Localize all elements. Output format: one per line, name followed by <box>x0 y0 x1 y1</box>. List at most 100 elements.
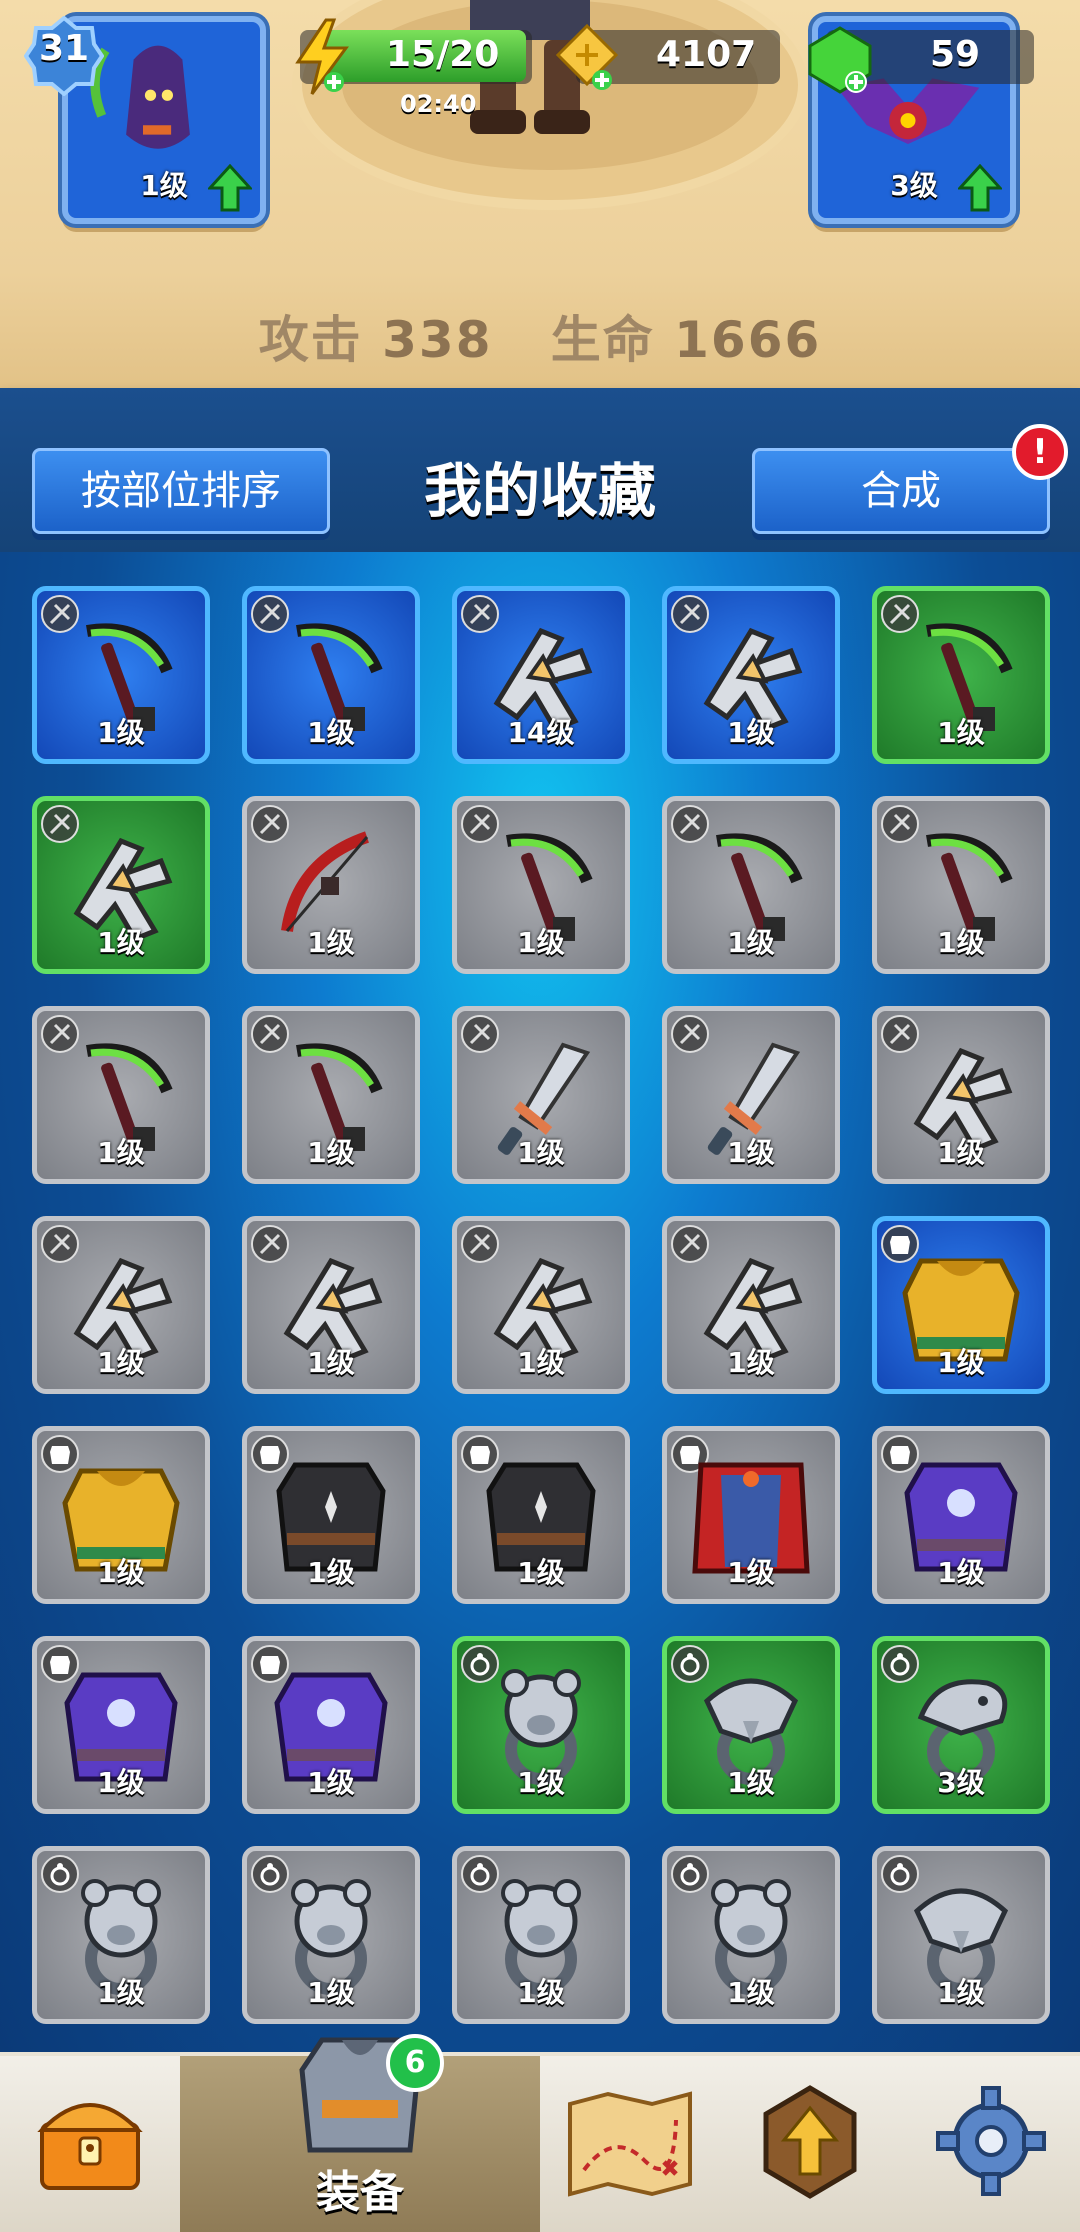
nav-tab-upgrade[interactable] <box>720 2056 902 2232</box>
inventory-item-scythe[interactable]: 1级 <box>872 586 1050 764</box>
inventory-item-bear-ring[interactable]: 1级 <box>452 1636 630 1814</box>
inventory-item-scythe[interactable]: 1级 <box>32 586 210 764</box>
upgrade-arrow-icon <box>208 164 252 212</box>
inventory-item-gold-armor[interactable]: 1级 <box>32 1426 210 1604</box>
inventory-item-bear-ring[interactable]: 1级 <box>32 1846 210 2024</box>
chest-icon <box>37 2103 143 2190</box>
gem-icon <box>808 26 872 94</box>
item-level: 1级 <box>937 1976 985 2009</box>
inventory-item-scythe[interactable]: 1级 <box>242 1006 420 1184</box>
inventory-item-shuriken[interactable]: 1级 <box>32 1216 210 1394</box>
gold-value: 4107 <box>656 34 757 75</box>
item-level: 14级 <box>507 716 575 749</box>
hero-panel: 1级 3级 31 15/20 02:40 4107 59 攻击 338 生命 1… <box>0 0 1080 388</box>
inventory-item-purple-robe[interactable]: 1级 <box>872 1426 1050 1604</box>
item-level: 1级 <box>727 716 775 749</box>
item-level: 1级 <box>727 1976 775 2009</box>
inventory-item-eagle-ring[interactable]: 1级 <box>872 1846 1050 2024</box>
item-level: 1级 <box>97 1766 145 1799</box>
item-level: 1级 <box>307 1346 355 1379</box>
hp-label: 生命 <box>550 311 655 369</box>
item-level: 1级 <box>727 1766 775 1799</box>
inventory-item-sword[interactable]: 1级 <box>452 1006 630 1184</box>
inventory-item-shuriken[interactable]: 1级 <box>452 1216 630 1394</box>
inventory-item-bow[interactable]: 1级 <box>242 796 420 974</box>
nav-tab-map[interactable] <box>540 2056 722 2232</box>
attack-value: 338 <box>382 311 493 369</box>
item-level: 1级 <box>727 1136 775 1169</box>
item-level: 1级 <box>307 716 355 749</box>
item-level: 1级 <box>937 1556 985 1589</box>
item-level: 1级 <box>937 926 985 959</box>
nav-tab-chest[interactable] <box>0 2056 182 2232</box>
merge-button[interactable]: 合成 <box>752 448 1050 534</box>
collection-title: 我的收藏 <box>423 457 656 525</box>
item-level: 1级 <box>307 1976 355 2009</box>
inventory-item-gold-armor[interactable]: 1级 <box>872 1216 1050 1394</box>
bottom-nav: 装备 <box>0 2037 1080 2232</box>
hp-value: 1666 <box>674 311 822 369</box>
item-level: 1级 <box>727 1556 775 1589</box>
item-level: 1级 <box>517 1766 565 1799</box>
item-level: 1级 <box>727 926 775 959</box>
inventory-item-bear-ring[interactable]: 1级 <box>242 1846 420 2024</box>
item-level: 1级 <box>307 1766 355 1799</box>
inventory-item-shuriken[interactable]: 14级 <box>452 586 630 764</box>
equipment-count-badge: 6 <box>386 2034 444 2092</box>
item-level: 1级 <box>517 1346 565 1379</box>
item-level: 1级 <box>937 1136 985 1169</box>
inventory-item-snake-ring[interactable]: 3级 <box>872 1636 1050 1814</box>
item-level: 1级 <box>517 926 565 959</box>
inventory-item-shuriken[interactable]: 1级 <box>662 586 840 764</box>
upgrade-arrow-icon <box>958 164 1002 212</box>
player-level: 31 <box>38 28 90 69</box>
energy-value: 15/20 <box>386 34 500 75</box>
inventory-item-dark-vest[interactable]: 1级 <box>242 1426 420 1604</box>
item-level: 1级 <box>97 1136 145 1169</box>
inventory-item-shuriken[interactable]: 1级 <box>32 796 210 974</box>
nav-tab-equipment[interactable]: 装备 <box>180 2037 542 2232</box>
inventory-item-scythe[interactable]: 1级 <box>872 796 1050 974</box>
item-level: 1级 <box>517 1976 565 2009</box>
inventory-item-scythe[interactable]: 1级 <box>452 796 630 974</box>
item-level: 1级 <box>97 1556 145 1589</box>
item-level: 3级 <box>937 1766 985 1799</box>
gold-coin-icon <box>555 23 619 90</box>
inventory-grid: 1级 1级 14级 1级 1级 1级 1级 1级 1级 1级 1级 1级 1级 1级 1级 1级 1级 1级 1级 1… <box>0 552 1080 2052</box>
item-level: 1级 <box>937 716 985 749</box>
inventory-item-shuriken[interactable]: 1级 <box>662 1216 840 1394</box>
lightning-icon <box>295 18 349 95</box>
inventory-item-bear-ring[interactable]: 1级 <box>452 1846 630 2024</box>
inventory-item-purple-robe[interactable]: 1级 <box>32 1636 210 1814</box>
inventory-item-dark-vest[interactable]: 1级 <box>452 1426 630 1604</box>
item-level: 1级 <box>97 716 145 749</box>
attack-label: 攻击 <box>258 311 363 369</box>
inventory-item-eagle-ring[interactable]: 1级 <box>662 1636 840 1814</box>
inventory-item-shuriken[interactable]: 1级 <box>242 1216 420 1394</box>
item-level: 1级 <box>307 1136 355 1169</box>
item-level: 1级 <box>517 1136 565 1169</box>
map-icon <box>568 2091 692 2197</box>
gems-value: 59 <box>930 34 981 75</box>
energy-timer: 02:40 <box>400 90 477 118</box>
item-level: 1级 <box>727 1346 775 1379</box>
inventory-item-sword[interactable]: 1级 <box>662 1006 840 1184</box>
sort-by-slot-button[interactable]: 按部位排序 <box>32 448 330 534</box>
inventory-item-scythe[interactable]: 1级 <box>662 796 840 974</box>
inventory-item-shuriken[interactable]: 1级 <box>872 1006 1050 1184</box>
item-level: 1级 <box>97 1976 145 2009</box>
inventory-item-scythe[interactable]: 1级 <box>242 586 420 764</box>
inventory-item-scythe[interactable]: 1级 <box>32 1006 210 1184</box>
nav-tab-settings[interactable] <box>900 2056 1080 2232</box>
merge-alert-badge: ! <box>1012 424 1068 480</box>
item-level: 1级 <box>307 926 355 959</box>
settings-icon <box>936 2086 1046 2196</box>
inventory-item-purple-robe[interactable]: 1级 <box>242 1636 420 1814</box>
item-level: 1级 <box>937 1346 985 1379</box>
inventory-item-red-cloak[interactable]: 1级 <box>662 1426 840 1604</box>
item-level: 1级 <box>517 1556 565 1589</box>
item-level: 1级 <box>97 1346 145 1379</box>
item-level: 1级 <box>97 926 145 959</box>
inventory-item-bear-ring[interactable]: 1级 <box>662 1846 840 2024</box>
upgrade-icon <box>763 2085 857 2199</box>
